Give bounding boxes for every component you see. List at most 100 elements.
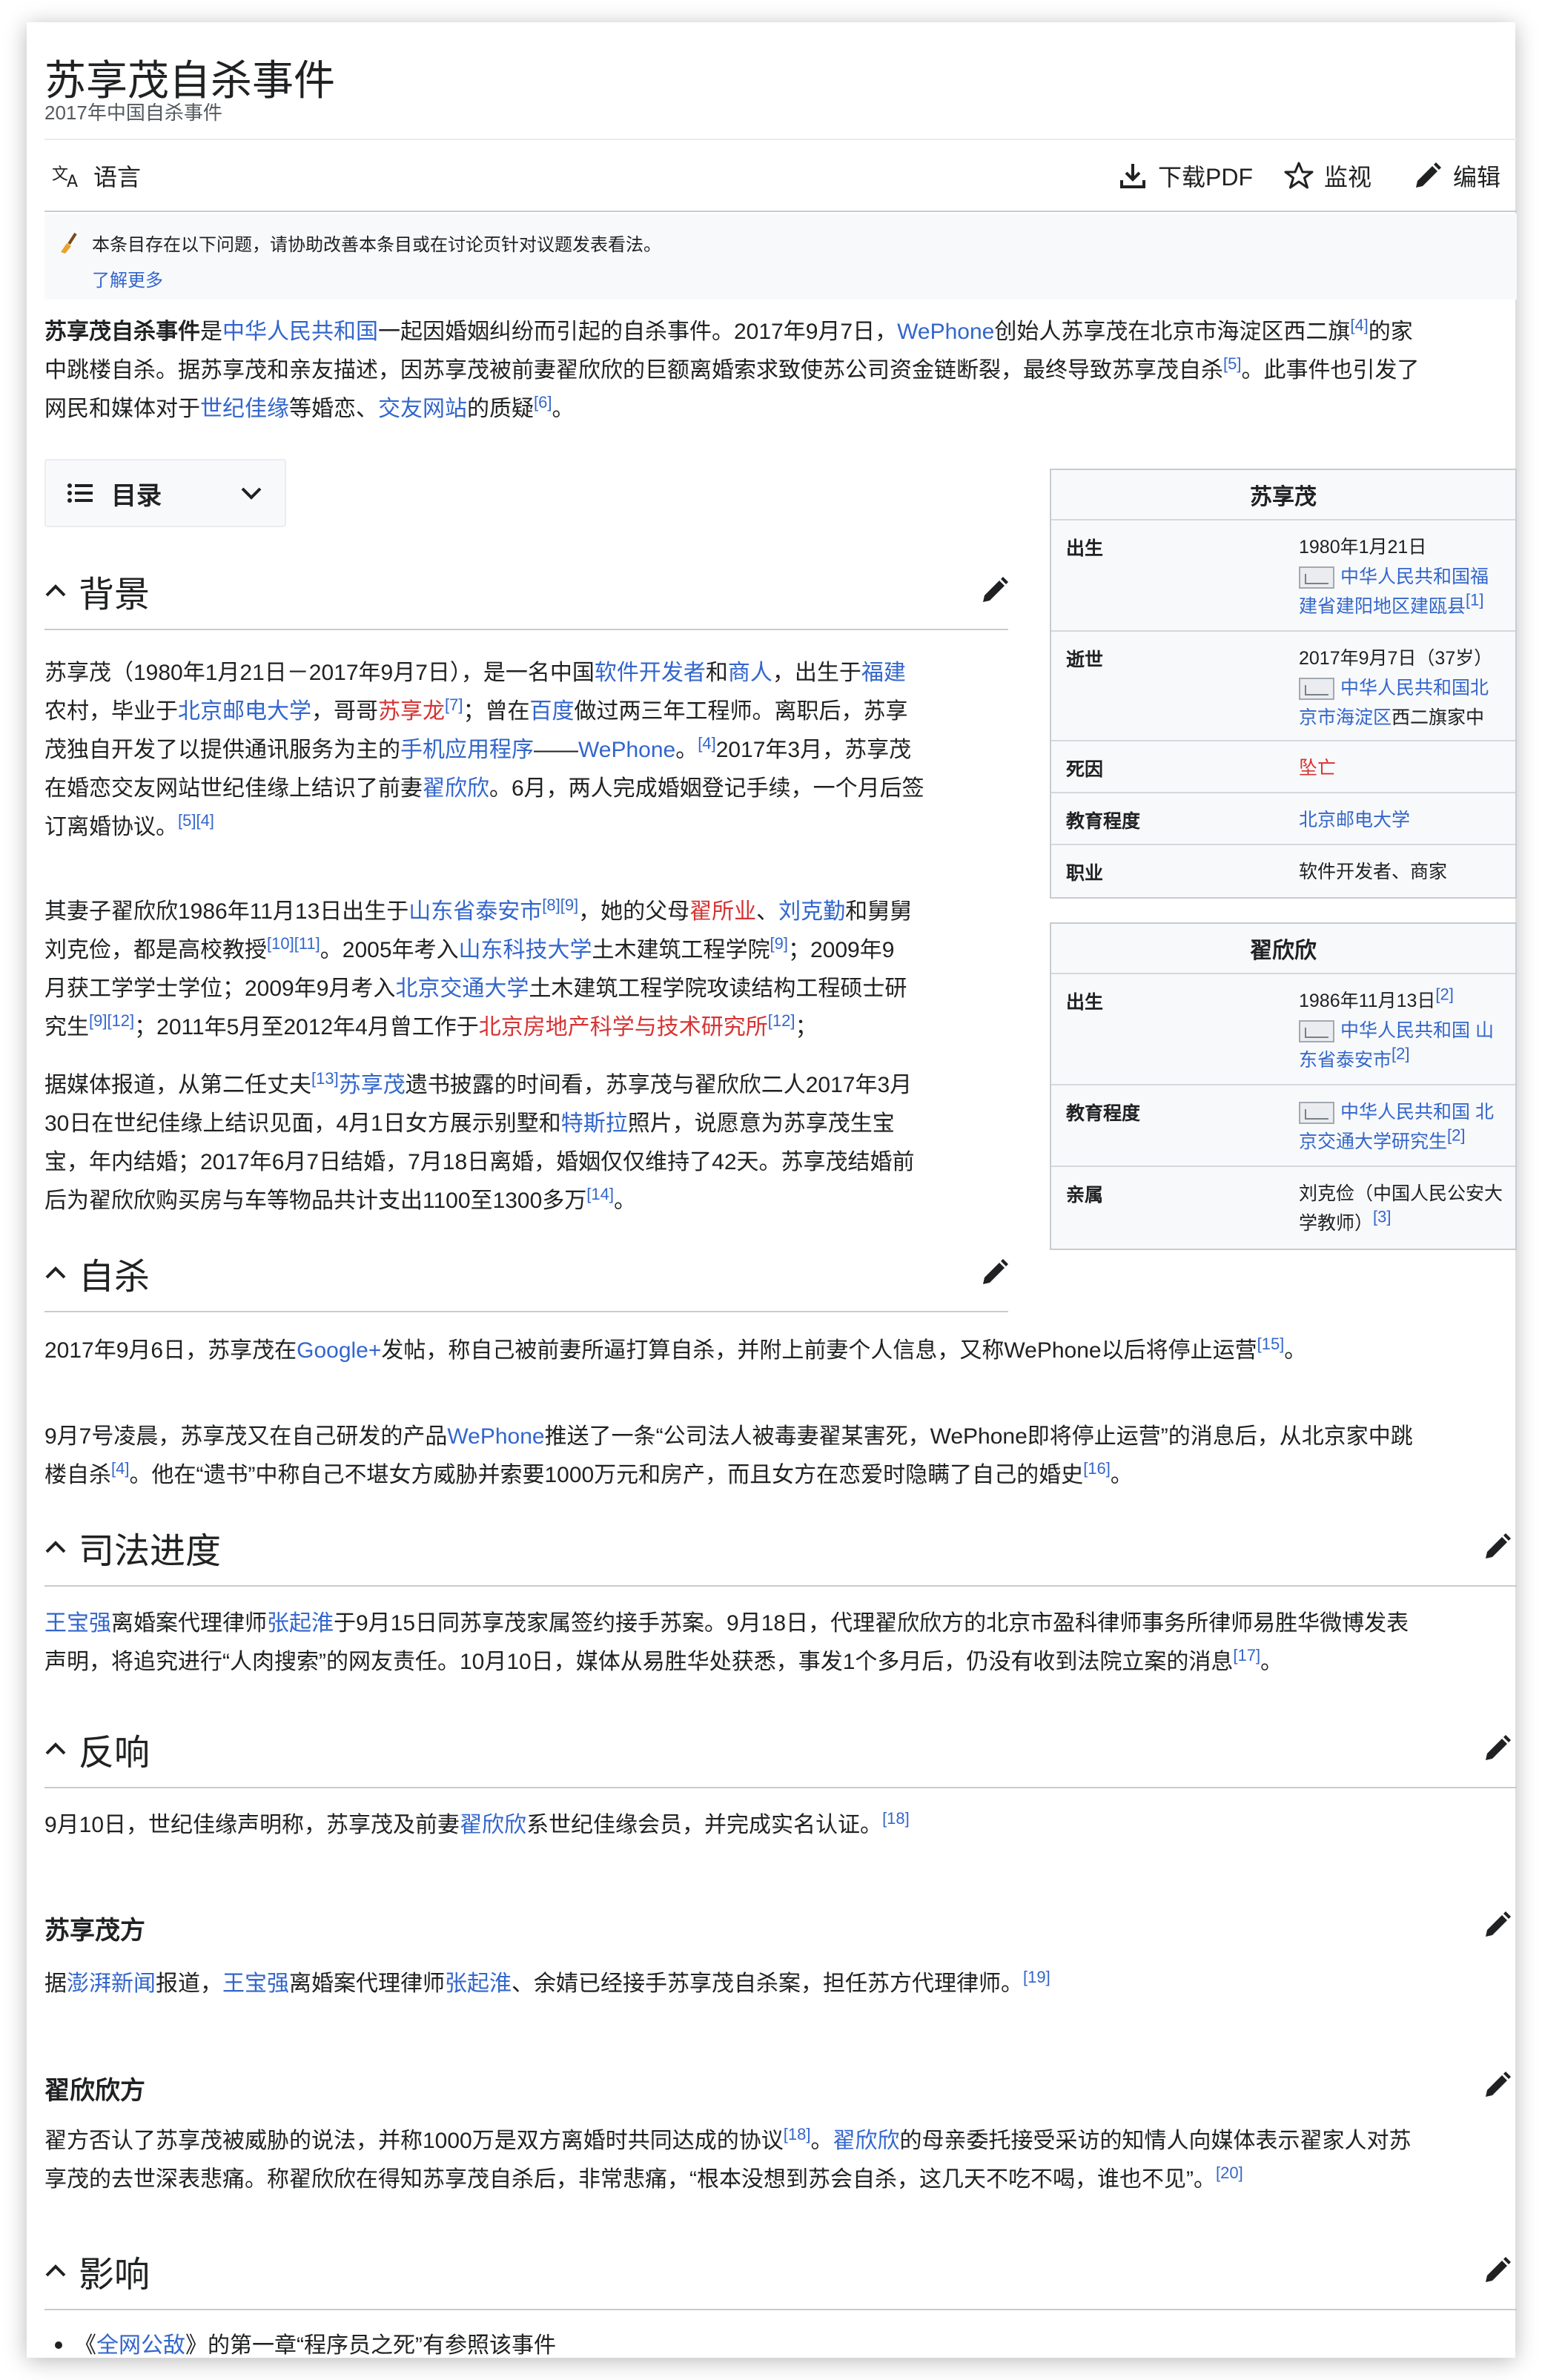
edit-section-pencil-icon[interactable] [980, 1257, 1010, 1287]
ref-16[interactable]: [16] [1083, 1459, 1111, 1478]
chevron-up-icon[interactable] [44, 584, 79, 598]
ref-19[interactable]: [19] [1023, 1968, 1050, 1986]
edit-section-pencil-icon[interactable] [1483, 2255, 1512, 2285]
link-taian[interactable]: 山东省泰安市 [408, 899, 542, 924]
section-suicide-heading[interactable]: 自杀 [44, 1241, 150, 1305]
link-liu-keqin[interactable]: 刘克勤 [778, 899, 845, 924]
link-zhai-suoye[interactable]: 翟所业 [689, 899, 756, 924]
ref-18[interactable]: [18] [882, 1809, 910, 1828]
link-mobile-app[interactable]: 手机应用程序 [400, 738, 534, 762]
link-wephone[interactable]: WePhone [447, 1424, 544, 1449]
text: 宝，年内结婚；2017年6月7日结婚，7月18日离婚，婚姻仅仅维持了42天。苏享… [44, 1150, 915, 1174]
ref-13[interactable]: [13] [311, 1069, 339, 1088]
ref-8-9[interactable]: [8][9] [542, 896, 578, 914]
ref-5-4[interactable]: [5][4] [178, 811, 214, 830]
relatives-value: 刘克俭（中国人民公安大学教师） [1299, 1183, 1503, 1234]
ref-4[interactable]: [4] [1350, 316, 1368, 334]
infobox-row-death: 逝世 2017年9月7日（37岁） 中华人民共和国北京市海淀区西二旗家中 [1051, 632, 1515, 741]
section-reaction-heading[interactable]: 反响 [44, 1717, 150, 1781]
link-tesla[interactable]: 特斯拉 [561, 1111, 628, 1136]
cause-link[interactable]: 坠亡 [1299, 758, 1336, 779]
link-bjtu[interactable]: 北京交通大学 [395, 976, 529, 1001]
section-background-heading[interactable]: 背景 [44, 559, 150, 623]
watch-button[interactable]: 监视 [1284, 140, 1371, 211]
ref-9[interactable]: [9] [770, 934, 788, 953]
link-jiayuan[interactable]: 世纪佳缘 [200, 397, 289, 421]
link-businessman[interactable]: 商人 [728, 661, 772, 685]
link-baidu[interactable]: 百度 [529, 699, 574, 724]
text: 2017年3月，苏享茂 [715, 738, 912, 762]
link-fujian[interactable]: 福建 [861, 661, 906, 685]
ref-12[interactable]: [12] [768, 1011, 795, 1030]
ref-9-12[interactable]: [9][12] [89, 1011, 134, 1030]
flag-icon [1299, 1102, 1334, 1125]
edit-label: 编辑 [1453, 164, 1501, 191]
download-pdf-button[interactable]: 下载PDF [1118, 140, 1253, 211]
link-zhang-qihuai[interactable]: 张起淮 [445, 1971, 512, 1996]
text: 声明，将追究进行“人肉搜索”的网友责任。10月10日，媒体从易胜华处获悉，事发1… [44, 1650, 1234, 1674]
chevron-up-icon[interactable] [44, 1540, 79, 1555]
background-paragraph-2: 其妻子翟欣欣1986年11月13日出生于山东省泰安市[8][9]，她的父母翟所业… [44, 893, 1016, 1047]
text: 30日在世纪佳缘上结识见面，4月1日女方展示别墅和 [44, 1111, 561, 1136]
link-zhai-xinxin[interactable]: 翟欣欣 [833, 2129, 899, 2153]
chevron-up-icon[interactable] [44, 1742, 79, 1756]
edit-page-button[interactable]: 编辑 [1413, 140, 1500, 211]
link-wang-baoqiang[interactable]: 王宝强 [44, 1611, 111, 1636]
article-page: 苏享茂自杀事件 2017年中国自杀事件 文 A 语言 下载PDF 监视 编辑 本… [44, 40, 1517, 2358]
ref-2[interactable]: [2] [1447, 1126, 1465, 1145]
link-prc[interactable]: 中华人民共和国 [222, 320, 378, 344]
ref-14[interactable]: [14] [586, 1185, 614, 1203]
ref-20[interactable]: [20] [1216, 2164, 1243, 2182]
notice-text: 本条目存在以下问题，请协助改善本条目或在讨论页针对议题发表看法。 [92, 235, 661, 255]
learn-more-link[interactable]: 了解更多 [92, 265, 163, 291]
ref-2[interactable]: [2] [1392, 1045, 1409, 1063]
link-google-plus[interactable]: Google+ [297, 1338, 381, 1363]
link-software-dev[interactable]: 软件开发者 [595, 661, 706, 685]
section-title: 影响 [79, 2255, 150, 2295]
link-bupt[interactable]: 北京邮电大学 [178, 699, 311, 724]
suicide-paragraph-2: 9月7号凌晨，苏享茂又在自己研发的产品WePhone推送了一条“公司法人被毒妻翟… [44, 1418, 1517, 1495]
edit-section-pencil-icon[interactable] [980, 575, 1010, 605]
section-title: 背景 [79, 575, 150, 615]
link-dating-site[interactable]: 交友网站 [378, 397, 467, 421]
link-su-xianglong[interactable]: 苏享龙 [378, 699, 445, 724]
link-wephone[interactable]: WePhone [897, 320, 994, 344]
ref-3[interactable]: [3] [1373, 1208, 1391, 1226]
link-zhai-xinxin[interactable]: 翟欣欣 [460, 1813, 526, 1837]
section-judicial-heading[interactable]: 司法进度 [44, 1515, 221, 1579]
ref-18[interactable]: [18] [784, 2125, 811, 2143]
link-sdust[interactable]: 山东科技大学 [459, 938, 592, 962]
section-divider [44, 1585, 1517, 1587]
toc-toggle[interactable]: 目录 [44, 459, 286, 527]
ref-4[interactable]: [4] [698, 734, 715, 753]
ref-10-11[interactable]: [10][11] [267, 934, 320, 953]
ref-15[interactable]: [15] [1257, 1335, 1285, 1353]
ref-1[interactable]: [1] [1466, 591, 1483, 609]
ref-4[interactable]: [4] [111, 1459, 129, 1478]
link-wephone[interactable]: WePhone [578, 738, 675, 762]
link-real-estate-institute[interactable]: 北京房地产科学与技术研究所 [479, 1015, 768, 1039]
ref-7[interactable]: [7] [445, 695, 463, 714]
section-impact-heading[interactable]: 影响 [44, 2239, 150, 2303]
link-wang-baoqiang[interactable]: 王宝强 [222, 1971, 289, 1996]
toolbar-divider [44, 211, 1517, 212]
edit-section-pencil-icon[interactable] [1483, 1733, 1512, 1763]
edit-section-pencil-icon[interactable] [1483, 1910, 1512, 1940]
link-quanwang-gongdi[interactable]: 全网公敌 [96, 2333, 185, 2358]
edit-section-pencil-icon[interactable] [1483, 2070, 1512, 2100]
link-su-xiangmao[interactable]: 苏享茂 [339, 1073, 406, 1097]
list-icon [67, 483, 93, 503]
chevron-up-icon[interactable] [44, 1266, 79, 1280]
edit-section-pencil-icon[interactable] [1483, 1532, 1512, 1561]
ref-17[interactable]: [17] [1233, 1646, 1260, 1665]
link-zhai-xinxin[interactable]: 翟欣欣 [423, 776, 489, 801]
ref-2[interactable]: [2] [1435, 985, 1453, 1004]
education-link[interactable]: 北京邮电大学 [1299, 810, 1410, 830]
chevron-up-icon[interactable] [44, 2264, 79, 2278]
text: 楼自杀 [44, 1463, 111, 1487]
link-the-paper[interactable]: 澎湃新闻 [67, 1971, 156, 1996]
link-zhang-qihuai[interactable]: 张起淮 [267, 1611, 334, 1636]
ref-5[interactable]: [5] [1223, 354, 1241, 373]
ref-6[interactable]: [6] [534, 393, 552, 411]
language-button[interactable]: 文 A 语言 [52, 140, 141, 211]
